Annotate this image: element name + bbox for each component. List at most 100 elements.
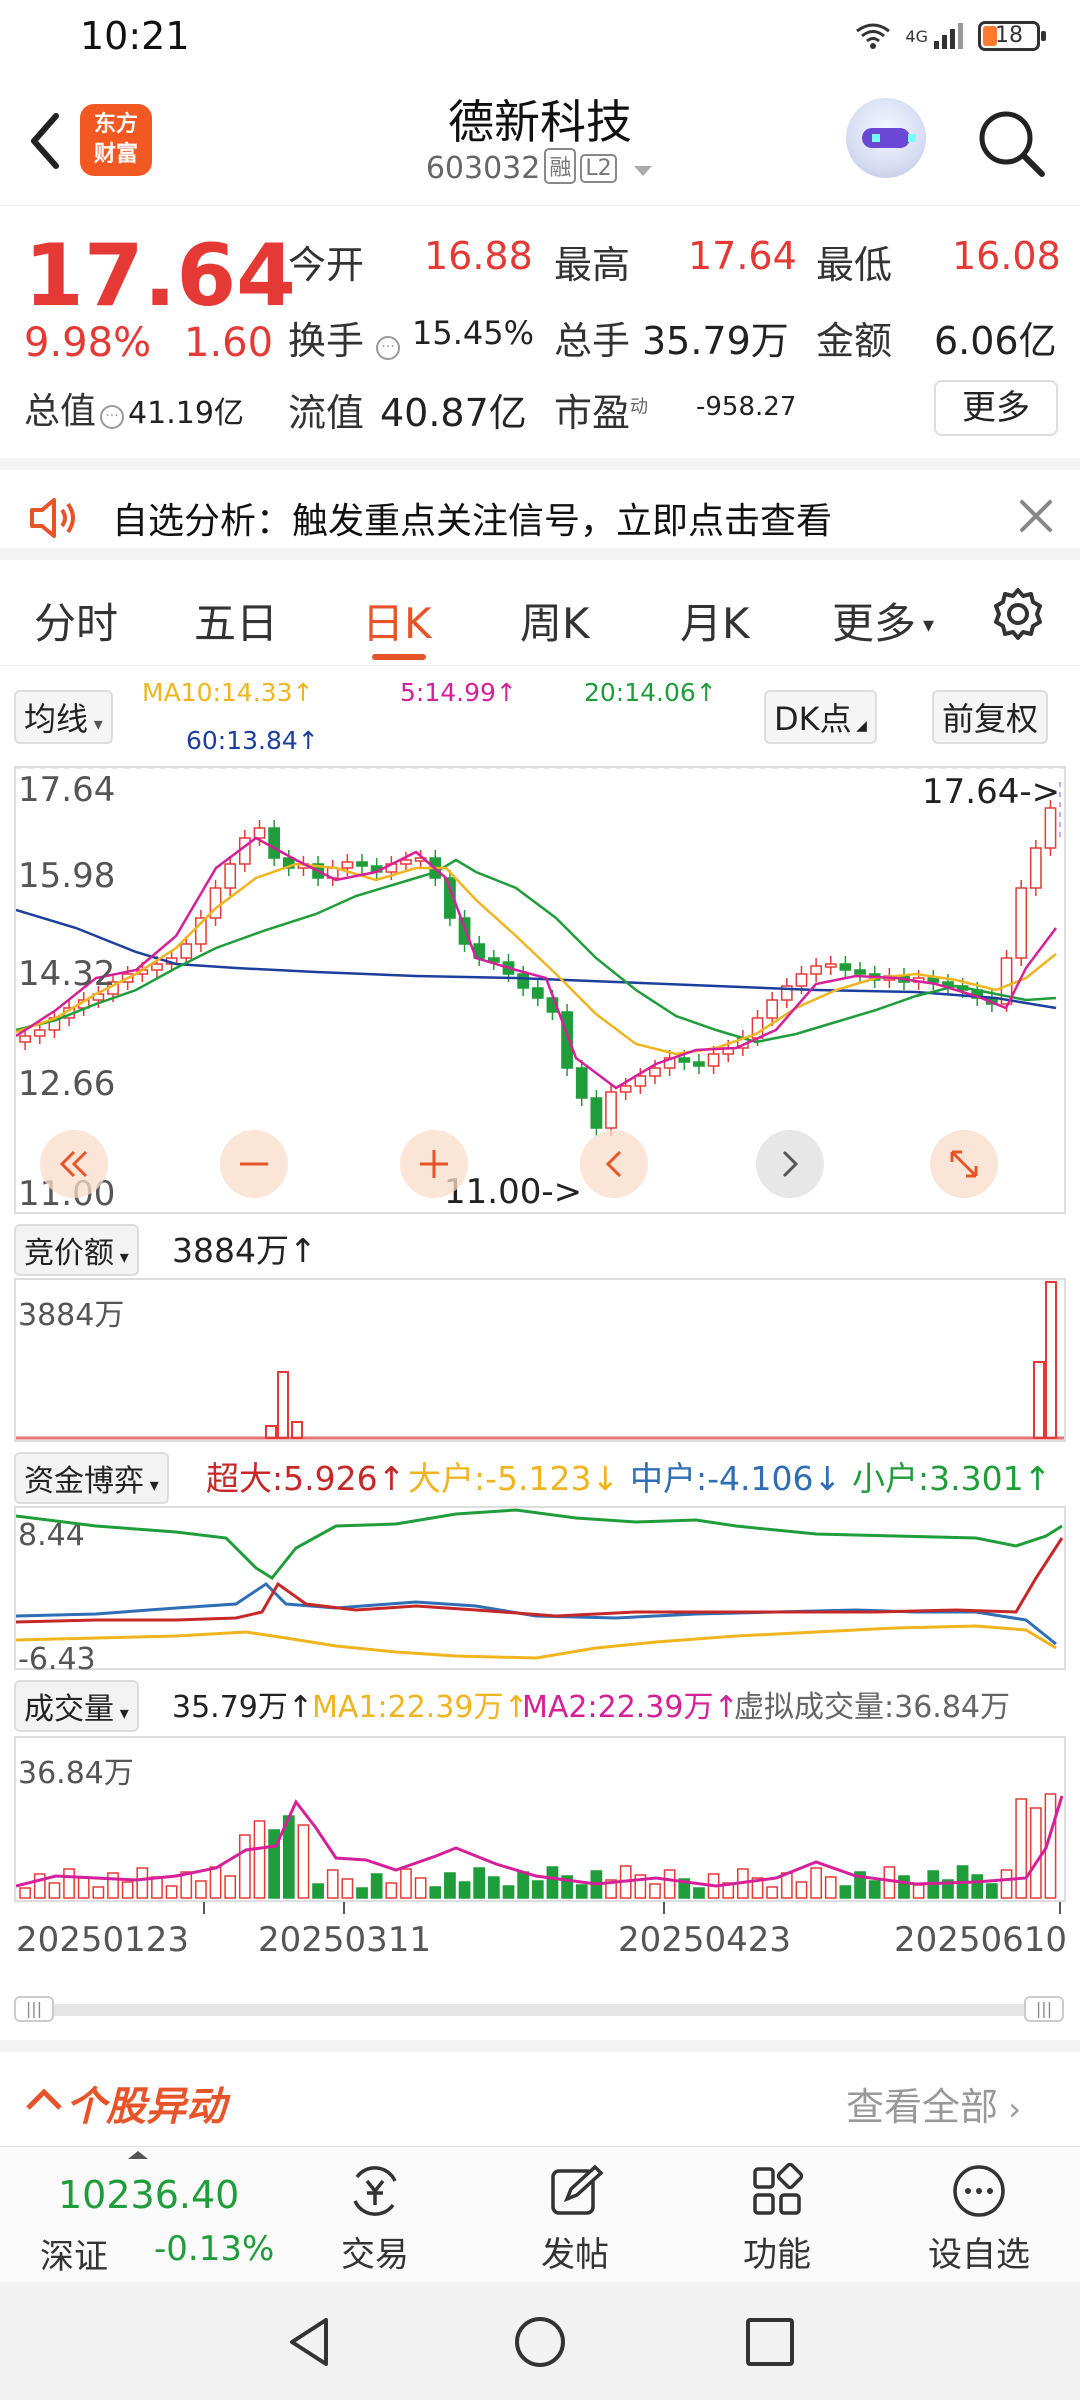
scroll-track: [34, 2004, 1046, 2016]
tab-more[interactable]: 更多 ▾: [832, 590, 934, 651]
info-icon[interactable]: ···: [376, 336, 401, 360]
date-label: 20250610: [894, 1920, 1068, 1960]
candle: [1044, 807, 1057, 849]
volume-bar: [458, 1881, 471, 1899]
tab-five-day[interactable]: 五日: [194, 590, 278, 651]
kline-chart[interactable]: 17.64 15.98 14.32 12.66 11.00 17.64-> 11…: [14, 766, 1066, 1214]
tab-monthly-k[interactable]: 月K: [680, 590, 750, 651]
large-flow: 大户:-5.123↓: [408, 1459, 620, 1498]
volume-bar: [400, 1868, 412, 1899]
volume-ma2: MA2:22.39万↑: [522, 1690, 739, 1725]
volume-bar: [429, 1886, 442, 1899]
high-label: 最高: [554, 243, 631, 287]
status-time: 10:21: [80, 14, 190, 58]
ma10-label: MA10:14.33↑: [142, 678, 314, 707]
volume-bar: [326, 1869, 339, 1899]
scroll-handle-left[interactable]: |||: [14, 1996, 54, 2022]
dk-point-button[interactable]: DK点 ◢: [764, 690, 877, 744]
candle: [1029, 847, 1042, 889]
zoom-out-button[interactable]: [220, 1130, 288, 1198]
fund-flow-lines: [16, 1508, 1064, 1660]
kline-svg: [16, 768, 1064, 1136]
expand-icon: [950, 1150, 978, 1178]
assistant-robot-icon[interactable]: [846, 98, 926, 178]
volume-bar: [912, 1884, 925, 1899]
gear-icon[interactable]: [990, 586, 1046, 642]
nav-trade[interactable]: 交易: [310, 2157, 440, 2277]
volume-bar: [766, 1886, 779, 1899]
volume-bar: [663, 1869, 676, 1899]
nav-functions[interactable]: 功能: [712, 2157, 842, 2277]
ma-select[interactable]: 均线 ▾: [14, 690, 113, 744]
volume-bar: [986, 1883, 998, 1899]
volume-bar: [253, 1820, 266, 1899]
recents-icon[interactable]: [740, 2312, 800, 2372]
candle: [341, 861, 354, 869]
chevron-up-icon[interactable]: [22, 2078, 66, 2122]
ma5-label: 5:14.99↑: [400, 678, 517, 707]
zoom-in-button[interactable]: [400, 1130, 468, 1198]
chevron-right-icon: [782, 1150, 799, 1178]
candle: [400, 859, 412, 865]
candle: [590, 1097, 603, 1129]
scroll-right-button[interactable]: [756, 1130, 824, 1198]
candle: [619, 1085, 632, 1093]
signal-banner[interactable]: 自选分析：触发重点关注信号，立即点击查看: [0, 458, 1080, 560]
tab-intraday[interactable]: 分时: [34, 590, 118, 651]
search-icon[interactable]: [974, 106, 1048, 180]
candle: [268, 827, 281, 859]
date-label: 20250123: [16, 1920, 190, 1960]
volume-select[interactable]: 成交量 ▾: [14, 1680, 139, 1732]
ma60-label: 60:13.84↑: [186, 726, 319, 755]
fullscreen-button[interactable]: [930, 1130, 998, 1198]
volume-bar: [121, 1881, 134, 1899]
index-change: -0.13%: [154, 2229, 275, 2269]
movers-title: 个股异动: [66, 2084, 226, 2130]
volume-bar: [19, 1887, 32, 1899]
more-quote-button[interactable]: 更多: [934, 380, 1058, 436]
status-icons: 4G 18: [853, 16, 1046, 56]
bottom-nav: 10236.40 深证 -0.13% 交易 发帖 功能 设自选: [0, 2146, 1080, 2282]
chart-range-scrollbar[interactable]: ||| |||: [14, 1996, 1066, 2022]
close-icon[interactable]: [1016, 496, 1056, 536]
system-nav-bar: [0, 2282, 1080, 2400]
info-icon[interactable]: ···: [100, 405, 125, 429]
auction-panel: 3884万: [14, 1278, 1066, 1442]
grid-icon: [753, 2163, 804, 2215]
volume-bar: [48, 1882, 61, 1899]
dropdown-triangle-icon: [634, 166, 653, 176]
home-icon[interactable]: [510, 2312, 570, 2372]
nav-add-watchlist[interactable]: 设自选: [914, 2157, 1044, 2277]
candle: [605, 1091, 617, 1129]
banner-text: 自选分析：触发重点关注信号，立即点击查看: [112, 501, 833, 542]
candle: [575, 1067, 588, 1099]
tab-daily-k[interactable]: 日K: [362, 590, 432, 651]
scroll-handle-right[interactable]: |||: [1024, 1996, 1064, 2022]
tab-weekly-k[interactable]: 周K: [520, 590, 590, 651]
candle: [561, 1011, 573, 1069]
medium-flow: 中户:-4.106↓: [630, 1459, 842, 1498]
expand-up-icon[interactable]: [126, 2149, 150, 2161]
adjust-button[interactable]: 前复权: [932, 690, 1049, 744]
volume-bar: [341, 1878, 354, 1899]
candle: [693, 1061, 705, 1067]
back-icon[interactable]: [280, 2312, 340, 2372]
ma20-label: 20:14.06↑: [584, 678, 717, 707]
y-axis-label: 12.66: [18, 1064, 116, 1104]
status-bar: 10:21 4G 18: [0, 0, 1080, 72]
volume-bar: [297, 1824, 310, 1899]
index-value[interactable]: 10236.40: [58, 2173, 239, 2217]
volume-bar: [546, 1866, 559, 1899]
quote-panel: 17.64 9.98% 1.60 今开 16.88 最高 17.64 最低 16…: [0, 206, 1080, 456]
view-all-link[interactable]: 查看全部 ›: [846, 2076, 1021, 2131]
volume-bar: [136, 1867, 149, 1899]
volume-bar: [693, 1887, 705, 1899]
virtual-volume: 虚拟成交量:36.84万: [734, 1690, 1010, 1725]
nav-post[interactable]: 发帖: [510, 2157, 640, 2277]
scroll-left-button[interactable]: [580, 1130, 648, 1198]
scroll-left-fast-button[interactable]: [40, 1130, 108, 1198]
fund-flow-select[interactable]: 资金博弈 ▾: [14, 1452, 169, 1504]
change-amount: 1.60: [184, 320, 274, 366]
auction-select[interactable]: 竞价额 ▾: [14, 1224, 139, 1276]
candle: [678, 1057, 691, 1063]
